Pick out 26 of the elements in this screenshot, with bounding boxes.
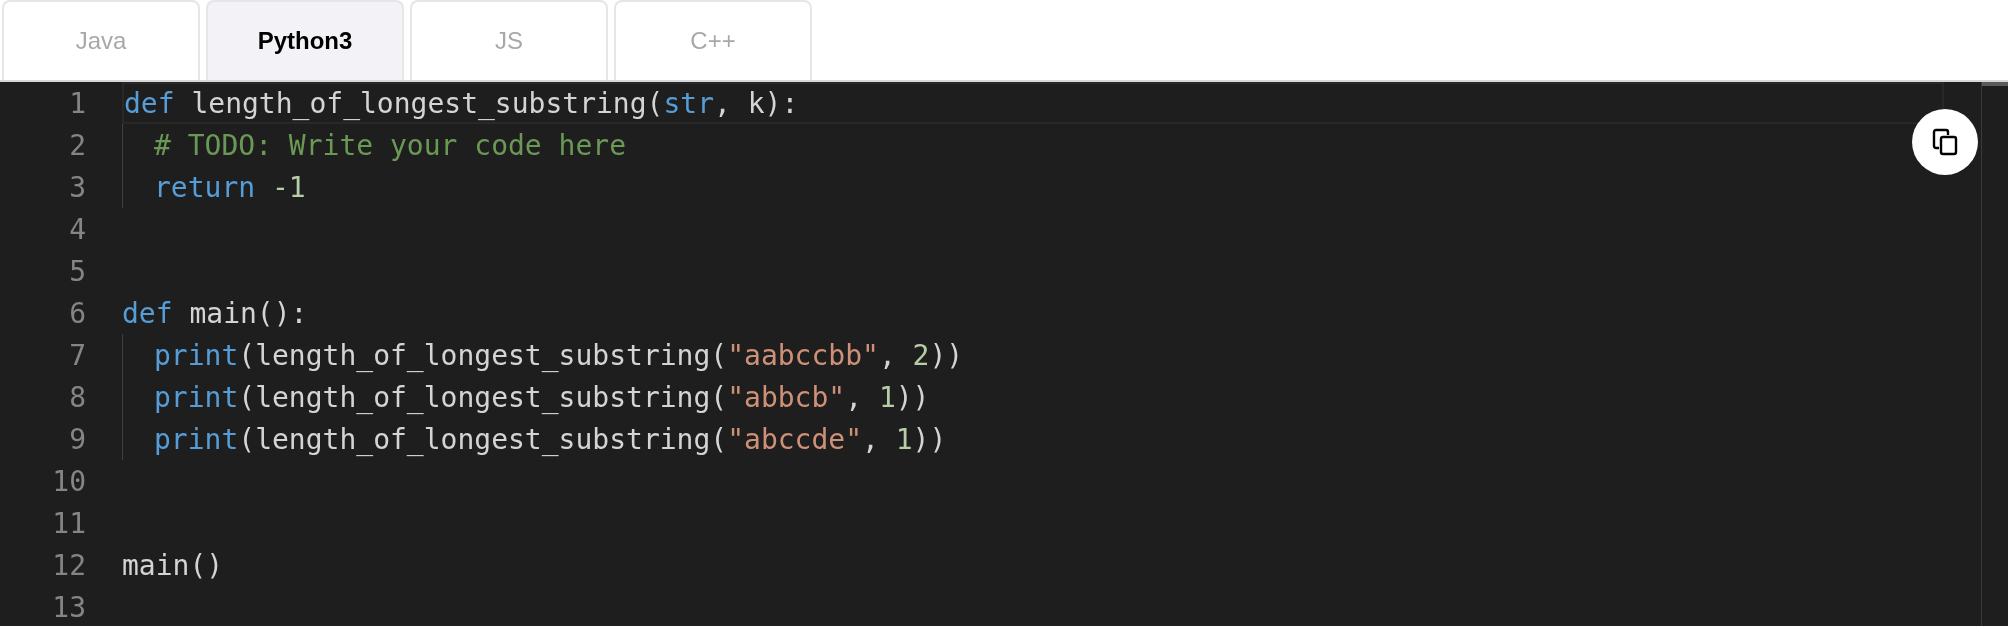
code-line: def main(): xyxy=(122,296,308,330)
line-number: 1 xyxy=(68,86,86,120)
line-number: 12 xyxy=(51,548,86,582)
language-tab[interactable]: Python3 xyxy=(206,0,404,80)
line-number: 10 xyxy=(51,464,86,498)
line-number: 6 xyxy=(68,296,86,330)
code-line: print(length_of_longest_substring("aabccbb", 2)) xyxy=(153,338,964,372)
code-line: return -1 xyxy=(153,170,306,204)
line-number: 7 xyxy=(68,338,86,372)
line-number: 2 xyxy=(68,128,86,162)
language-tab[interactable]: C++ xyxy=(614,0,812,80)
code-line: def length_of_longest_substring(str, k): xyxy=(124,86,799,120)
code-line: print(length_of_longest_substring("abccde", 1)) xyxy=(153,422,947,456)
code-line: # TODO: Write your code here xyxy=(153,128,626,162)
line-number: 9 xyxy=(68,422,86,456)
line-number: 3 xyxy=(68,170,86,204)
line-number: 5 xyxy=(68,254,86,288)
language-tab[interactable]: Java xyxy=(2,0,200,80)
line-number: 11 xyxy=(51,506,86,540)
line-number: 8 xyxy=(68,380,86,414)
line-number: 13 xyxy=(51,590,86,624)
code-line: print(length_of_longest_substring("abbcb", 1)) xyxy=(153,380,930,414)
line-number: 4 xyxy=(68,212,86,246)
code-line: main() xyxy=(122,548,224,582)
copy-icon xyxy=(1932,128,1958,156)
language-tab[interactable]: JS xyxy=(410,0,608,80)
